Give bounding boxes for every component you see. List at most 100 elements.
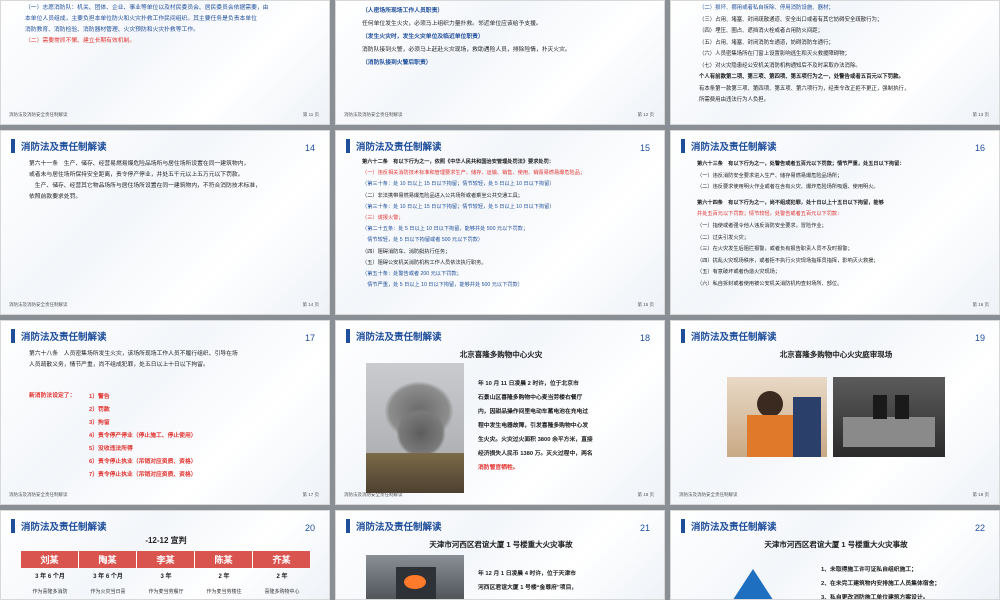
slide-number: 18 [639, 333, 650, 343]
slide-16-body: 第六十三条 有以下行为之一，处警告或者五百元以下罚款；情节严重，处五日以下拘留：… [697, 159, 997, 291]
slide-header: 消防法及责任制解读 [346, 519, 442, 533]
verdict-table: 刘某 陶某 李某 陈某 齐某 3 年 6 个月 3 年 6 个月 3 年 2 年… [21, 551, 311, 595]
slide-title: 消防法及责任制解读 [356, 332, 442, 343]
slide-number: 14 [304, 143, 315, 153]
slide-12-thumbnail[interactable]: （人密场所现场工作人员职责） 任何单位发生火灾，必须马上组织力量扑救。邻近单位应… [335, 0, 665, 125]
text-line: 情节较轻，处 5 日以下拘留或者 500 元以下罚款） [362, 237, 484, 244]
slide-15-thumbnail[interactable]: 消防法及责任制解读 15 第六十二条 有以下行为之一，依照《中华人民共和国治安管… [335, 130, 665, 315]
text-line: 第六十八条 人员密集场所发生火灾，该场所现场工作人员不履行组织、引导在场 [29, 351, 238, 357]
page-number: 第 19 页 [972, 492, 989, 497]
slide-19-thumbnail[interactable]: 消防法及责任制解读 19 北京喜隆多购物中心火灾庭审现场 消防法及消防安全责任制… [670, 320, 1000, 505]
list-item: 7）责令停止执业（吊销对应资质、资格） [89, 472, 197, 478]
slide-title: 消防法及责任制解读 [356, 142, 442, 153]
page-number: 第 18 页 [637, 492, 654, 497]
fire-smoke-photo [366, 363, 464, 493]
list-item: 1）警告 [89, 394, 110, 400]
defendant-role: 作为麦当劳餐厅 [148, 589, 184, 595]
text-line: （第五十条：处警告或者 200 元以下罚款； [362, 271, 462, 278]
text-line: 或者未与居住场所保持安全距离，责令停产停业，并处五千元以上五万元以下罚款。 [29, 172, 244, 178]
slide-17-thumbnail[interactable]: 消防法及责任制解读 17 第六十八条 人员密集场所发生火灾，该场所现场工作人员不… [0, 320, 330, 505]
defendant-name: 李某 [137, 551, 195, 568]
slide-22-body: 1、未取得施工许可证私自组织施工； 2、在未完工建筑物内安排施工人员集体宿舍； … [821, 563, 996, 600]
text-line: （六）私自拆封或者使用被公安机关消防机构查封场所、部位。 [697, 280, 843, 287]
slide-header: 消防法及责任制解读 [11, 329, 107, 343]
text-line: （五）阻碍公安机关消防机构工作人员依法执行职务。 [362, 259, 487, 266]
slide-sorter-grid: （一）志愿消防队：机关、团体、企业、事业等单位以及村民委员会、居民委员会依据需要… [0, 0, 1000, 600]
slide-title: 消防法及责任制解读 [691, 332, 777, 343]
slide-number: 16 [974, 143, 985, 153]
slide-header: 消防法及责任制解读 [681, 329, 777, 343]
page-number: 第 11 页 [302, 112, 319, 117]
text-line: 情节严重，处 5 日以上 10 日以下拘留，能够并处 500 元以下罚款） [362, 282, 523, 289]
text-line: （人密场所现场工作人员职责） [362, 8, 444, 14]
text-line: （一）志愿消防队：机关、团体、企业、事业等单位以及村民委员会、居民委员会依据需要… [25, 5, 269, 11]
slide-heading: 天津市河西区君谊大厦 1 号楼重大火灾事故 [429, 540, 573, 549]
slide-header: 消防法及责任制解读 [346, 139, 442, 153]
defendant-name: 陈某 [195, 551, 253, 568]
text-line: （二）损坏、挪用或者私自拆除、停用消防设施、器材； [699, 5, 834, 11]
text-line: （一）指使或者强令他人违反消防安全要求，冒险作业； [697, 222, 827, 229]
slide-12-body: （人密场所现场工作人员职责） 任何单位发生火灾，必须马上组织力量扑救。邻近单位应… [362, 5, 662, 70]
defendant-role: 喜隆多购物中心 [264, 589, 300, 595]
slide-number: 19 [974, 333, 985, 343]
text-line: 2、在未完工建筑物内安排施工人员集体宿舍； [821, 581, 941, 587]
text-line: （二）违反要求使用明火作业或者在含有火灾、爆炸危险场所吸烟、使用明火。 [697, 184, 879, 191]
text-line: 第六十四条 有以下行为之一，尚不组成犯罪，处十日以上十五日以下拘留，能够 [697, 199, 884, 206]
text-line: 任何单位发生火灾，必须马上组织力量扑救。邻近单位应该给予支援。 [362, 21, 542, 27]
slide-footer: 消防法及消防安全责任制解读 [679, 492, 738, 497]
text-line: （第三十条：处 10 日以上 15 日以下拘留；情节较轻，处 5 日以上 10 … [362, 203, 555, 210]
text-line: 3、私自更改消防施工单位建筑方案设计。 [821, 595, 929, 600]
text-line: （七）对火灾隐患经公安机关消防机构通知后不及时采取办法消除。 [699, 62, 861, 69]
slide-header: 消防法及责任制解读 [11, 519, 107, 533]
page-number: 第 16 页 [972, 302, 989, 307]
text-line: 第六十三条 有以下行为之一，处警告或者五百元以下罚款；情节严重，处五日以下拘留： [697, 161, 905, 167]
slide-22-thumbnail[interactable]: 消防法及责任制解读 22 天津市河西区君谊大厦 1 号楼重大火灾事故 1、未取得… [670, 510, 1000, 600]
text-line: 生火灾。火灾过火面积 3800 余平方米，直接 [478, 437, 593, 443]
text-line: 年 10 月 11 日凌晨 2 时许，位于北京市 [478, 381, 579, 387]
text-line: 石景山区喜隆多购物中心麦当劳楼右餐厅 [478, 395, 583, 401]
text-line: 1、未取得施工许可证私自组织施工； [821, 567, 917, 573]
slide-footer: 消防法及消防安全责任制解读 [344, 112, 403, 117]
penalty-list: 1）警告 2）罚款 3）拘留 4）责令停产停业（停止施工、停止使用） 5）没收违… [89, 391, 319, 482]
slide-heading: 天津市河西区君谊大厦 1 号楼重大火灾事故 [764, 540, 908, 549]
list-item: 4）责令停产停业（停止施工、停止使用） [89, 433, 197, 439]
text-line: 消防队接到火警，必须马上赶赴火灾现场，救助遇险人员，排除险情，扑灭火灾。 [362, 47, 571, 53]
slide-number: 17 [304, 333, 315, 343]
slide-title: 消防法及责任制解读 [691, 522, 777, 533]
slide-18-thumbnail[interactable]: 消防法及责任制解读 18 北京喜隆多购物中心火灾 年 10 月 11 日凌晨 2… [335, 320, 665, 505]
page-number: 第 12 页 [637, 112, 654, 117]
slide-21-thumbnail[interactable]: 消防法及责任制解读 21 天津市河西区君谊大厦 1 号楼重大火灾事故 年 12 … [335, 510, 665, 600]
slide-14-thumbnail[interactable]: 消防法及责任制解读 14 第六十一条 生产、储存、经营易燃易爆危险品场所与居住场… [0, 130, 330, 315]
text-line: （五）有意破坏或者伪造火灾现场； [697, 269, 781, 276]
text-line: （三）谎报火警； [362, 215, 404, 222]
text-line: 年 12 月 1 日凌晨 4 时许，位于天津市 [478, 571, 576, 577]
page-number: 第 14 页 [302, 302, 319, 307]
page-number: 第 13 页 [972, 112, 989, 117]
sentence-term: 2 年 [218, 574, 230, 580]
list-item: 2）罚款 [89, 407, 110, 413]
slide-13-thumbnail[interactable]: （二）损坏、挪用或者私自拆除、停用消防设施、器材； （三）占用、堵塞、封闭疏散通… [670, 0, 1000, 125]
slide-11-thumbnail[interactable]: （一）志愿消防队：机关、团体、企业、事业等单位以及村民委员会、居民委员会依据需要… [0, 0, 330, 125]
text-line: 有本条第一款第三项、第四项、第五项、第六项行为，经责令改正拒不更正，强制执行， [699, 85, 910, 92]
slide-16-thumbnail[interactable]: 消防法及责任制解读 16 第六十三条 有以下行为之一，处警告或者五百元以下罚款；… [670, 130, 1000, 315]
courtroom-photo-right [833, 377, 945, 457]
warning-triangle-icon [727, 569, 779, 599]
slide-footer: 消防法及消防安全责任制解读 [344, 492, 403, 497]
sentence-term: 2 年 [276, 574, 288, 580]
slide-title: 消防法及责任制解读 [21, 142, 107, 153]
sentence-term: 3 年 6 个月 [93, 574, 123, 580]
slide-title: 消防法及责任制解读 [691, 142, 777, 153]
slide-14-body: 第六十一条 生产、储存、经营易燃易爆危险品场所与居住场所设置在同一建筑物内， 或… [29, 159, 319, 203]
text-line: 第六十二条 有以下行为之一，依照《中华人民共和国治安管理处罚法》要求处罚： [362, 159, 554, 165]
text-line: （二）非法携带易燃易爆危险品进入公共场所或者乘坐公共交通工具； [362, 192, 523, 199]
text-line: （二）过失引发火灾； [697, 234, 749, 241]
defendant-name: 陶某 [79, 551, 137, 568]
page-number: 第 15 页 [637, 302, 654, 307]
slide-13-body: （二）损坏、挪用或者私自拆除、停用消防设施、器材； （三）占用、堵塞、封闭疏散通… [699, 3, 999, 107]
text-line: 消防教育、消防检验、消防器材管理、火灾预防和火灾扑救等工作。 [25, 27, 199, 33]
text-line: （三）占用、堵塞、封闭疏散通道、安全出口或者有其它妨碍安全疏散行为； [699, 16, 883, 23]
text-line: 河西区君谊大厦 1 号楼“金尊府”项目， [478, 585, 578, 591]
slide-20-thumbnail[interactable]: 消防法及责任制解读 20 -12-12 宣判 刘某 陶某 李某 陈某 齐某 3 … [0, 510, 330, 600]
penalty-heading: 新消防法设定了： [29, 393, 76, 399]
slide-heading: 北京喜隆多购物中心火灾 [459, 350, 543, 359]
